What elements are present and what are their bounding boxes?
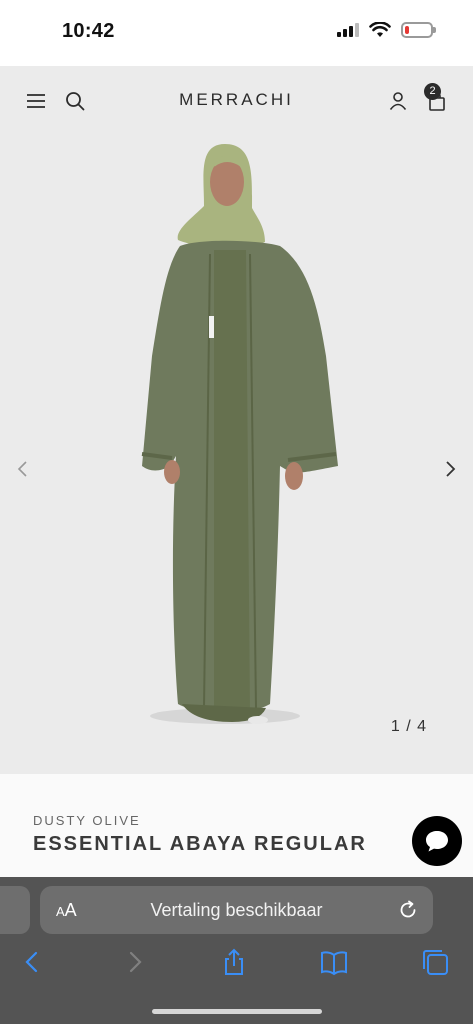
cart-count-badge[interactable]: 2	[424, 83, 441, 100]
site-header: MERRACHI 2	[0, 66, 473, 136]
battery-icon	[401, 22, 436, 38]
gallery-counter: 1 / 4	[390, 718, 427, 735]
browser-nav-row	[0, 947, 473, 977]
wifi-icon	[369, 22, 391, 37]
bookmarks-icon[interactable]	[319, 947, 349, 977]
signal-icon	[337, 23, 359, 37]
status-icons	[337, 22, 436, 38]
tabs-icon[interactable]	[420, 947, 450, 977]
chevron-right-icon[interactable]	[439, 458, 461, 480]
product-color-name: DUSTY OLIVE	[33, 813, 141, 828]
user-icon[interactable]	[387, 90, 409, 112]
share-icon[interactable]	[219, 947, 249, 977]
address-text[interactable]: Vertaling beschikbaar	[40, 900, 433, 921]
forward-arrow-icon[interactable]	[120, 947, 150, 977]
chat-bubble-icon	[426, 831, 448, 852]
battery-level	[405, 26, 409, 34]
product-info: DUSTY OLIVE ESSENTIAL ABAYA REGULAR	[0, 774, 473, 878]
back-arrow-icon[interactable]	[17, 947, 47, 977]
product-title: ESSENTIAL ABAYA REGULAR	[33, 833, 367, 855]
previous-tab-preview[interactable]	[0, 886, 30, 934]
product-gallery: MERRACHI 2 1 / 4	[0, 66, 473, 774]
status-time: 10:42	[62, 20, 115, 42]
chat-button[interactable]	[412, 816, 462, 866]
address-bar[interactable]: AA Vertaling beschikbaar	[40, 886, 433, 934]
status-bar: 10:42	[0, 0, 473, 66]
chevron-left-icon[interactable]	[12, 458, 34, 480]
browser-toolbar: AA Vertaling beschikbaar	[0, 877, 473, 1024]
reload-icon[interactable]	[397, 899, 419, 921]
product-image[interactable]	[120, 136, 360, 736]
home-indicator	[152, 1009, 322, 1014]
